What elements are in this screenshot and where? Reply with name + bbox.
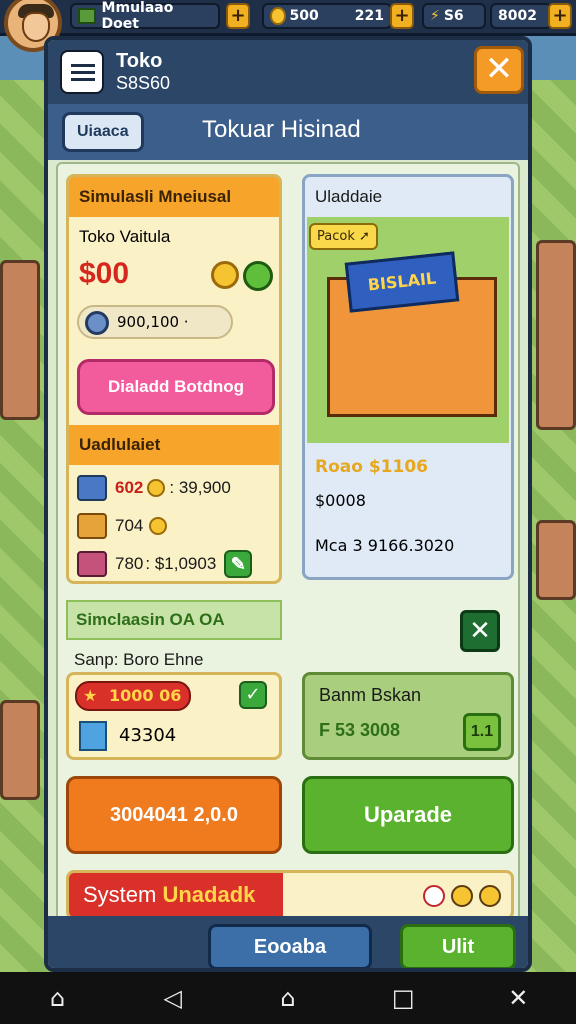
upgrades-heading: Uadlulaiet <box>69 425 279 465</box>
monitor-icon <box>77 475 107 501</box>
clover-icon <box>243 261 273 291</box>
amount-input[interactable]: 900,100 · <box>77 305 233 339</box>
add-gems-button[interactable]: + <box>390 3 414 29</box>
coin-icon <box>147 479 166 497</box>
modal-header: Toko S8S60 ✕ <box>48 40 528 104</box>
preview-line-2: $0008 <box>315 491 366 510</box>
upgrade-row-box[interactable]: 704 <box>77 511 171 541</box>
document-icon <box>60 50 104 94</box>
sale-line: Sanp: Boro Ehne <box>74 650 204 669</box>
coin-ring-icon <box>85 311 109 335</box>
upgrade-preview-card: Uladdaie Pacok ➚ BISLAIL Roao $1106 $000… <box>302 174 514 580</box>
coin-icon <box>149 517 168 535</box>
upgrade-cost: : 39,900 <box>169 478 231 497</box>
upgrade-button[interactable]: Uparade <box>302 776 514 854</box>
orange-amount-button[interactable]: 3004041 2,0.0 <box>66 776 282 854</box>
shop-illustration: Pacok ➚ BISLAIL <box>307 217 509 443</box>
footer-green-button[interactable]: Ulit <box>400 924 516 968</box>
stars-pill: ⚡ S6 <box>422 3 486 29</box>
amount-value: 900,100 · <box>117 313 189 331</box>
add-currency-button[interactable]: + <box>226 3 250 29</box>
upgrade-value: 602 <box>115 478 144 497</box>
store-label: Toko Vaitula <box>79 227 171 246</box>
badge-label: Pacok <box>317 229 355 244</box>
preview-info: Roao $1106 $0008 Mca 3 9166.3020 <box>305 443 511 577</box>
home-circle-icon[interactable]: ⌂ <box>268 978 308 1018</box>
bank-title: Banm Bskan <box>319 685 422 705</box>
modal-subtitle: S8S60 <box>116 73 171 93</box>
system-suffix: Unadadk <box>162 882 256 907</box>
upgrade-value: 704 <box>115 516 144 535</box>
cash-value: 8002 <box>498 8 537 24</box>
edit-icon[interactable]: ✎ <box>224 550 253 578</box>
crate-left <box>0 700 40 800</box>
simulation-card: Simulasli Mneiusal Toko Vaitula $00 900,… <box>66 174 282 584</box>
target-icon[interactable] <box>423 885 445 907</box>
currency-label-pill: Mmulaao Doet <box>70 0 220 32</box>
shop-title: Tokuar Hisinad <box>202 116 361 143</box>
back-icon[interactable]: ◁ <box>153 978 193 1018</box>
cash-pill: 8002 <box>490 3 552 29</box>
stars-value: S6 <box>443 8 464 24</box>
modal-footer: Eooaba Ulit <box>48 916 528 968</box>
confirm-icon[interactable]: ✓ <box>239 681 267 709</box>
shelf-left <box>0 260 40 420</box>
system-icons <box>423 885 501 907</box>
currency-label: Mmulaao Doet <box>101 0 174 32</box>
coins-value: 500 <box>289 8 319 24</box>
reward-pill: ★ 1000 06 <box>75 681 191 711</box>
cube-icon <box>79 721 107 751</box>
preview-line-3: Mca 3 9166.3020 <box>315 536 455 555</box>
modal-title: Toko <box>116 50 163 72</box>
box-icon <box>77 513 107 539</box>
recents-icon[interactable]: □ <box>383 978 423 1018</box>
coins-pill: 500 221 <box>262 3 392 29</box>
star-icon: ★ <box>83 686 98 705</box>
tools-icon[interactable]: ✕ <box>498 978 538 1018</box>
pink-action-button[interactable]: Dialadd Botdnog <box>77 359 275 415</box>
content-panel: Simulasli Mneiusal Toko Vaitula $00 900,… <box>56 162 520 952</box>
pack-badge[interactable]: Pacok ➚ <box>309 223 378 250</box>
money-icon <box>78 8 96 24</box>
crate-icon <box>77 551 107 577</box>
coin-stack-icon <box>211 261 239 289</box>
flame-icon[interactable] <box>451 885 473 907</box>
system-tag: System Unadadk <box>69 873 283 917</box>
coin-icon[interactable] <box>479 885 501 907</box>
upgrade-row-monitor[interactable]: 602 : 39,900 <box>77 473 231 503</box>
upgrade-cost: : $1,0903 <box>145 554 217 573</box>
simulation-heading: Simulasli Mneiusal <box>69 177 279 217</box>
bank-card: Banm Bskan F 53 3008 1.1 <box>302 672 514 760</box>
preview-heading: Uladdaie <box>315 187 383 206</box>
home-icon[interactable]: ⌂ <box>38 978 78 1018</box>
cursor-icon: ➚ <box>359 229 370 244</box>
add-cash-button[interactable]: + <box>548 3 572 29</box>
close-button[interactable]: ✕ <box>474 46 524 94</box>
shop-modal: Toko S8S60 ✕ Uiaaca Tokuar Hisinad Simul… <box>44 36 532 972</box>
system-prefix: System <box>83 882 157 907</box>
upgrade-row-crate[interactable]: 780 : $1,0903 ✎ <box>77 549 253 579</box>
simulation-heading-2: Simclaasin OA OA <box>66 600 282 640</box>
reward-card: ★ 1000 06 ✓ 43304 <box>66 672 282 760</box>
gems-value: 221 <box>354 8 384 24</box>
dismiss-button[interactable]: ✕ <box>460 610 500 652</box>
price-value: $00 <box>79 257 130 290</box>
preview-line-1: Roao $1106 <box>315 457 428 477</box>
system-nav-bar: ⌂ ◁ ⌂ □ ✕ <box>0 972 576 1024</box>
reward-value: 1000 06 <box>109 686 182 705</box>
coin-icon <box>270 7 286 25</box>
bank-action-button[interactable]: 1.1 <box>463 713 501 751</box>
tab-button[interactable]: Uiaaca <box>62 112 144 152</box>
lightning-icon: ⚡ <box>430 8 440 24</box>
system-bar: System Unadadk <box>66 870 514 920</box>
subheader: Uiaaca Tokuar Hisinad <box>48 104 528 160</box>
top-hud: Mmulaao Doet + 500 221 + ⚡ S6 8002 + <box>0 0 576 52</box>
upgrade-value: 780 <box>115 554 144 573</box>
box-value: 43304 <box>119 725 177 746</box>
shelf-right <box>536 240 576 430</box>
footer-blue-button[interactable]: Eooaba <box>208 924 372 968</box>
crate-right <box>536 520 576 600</box>
